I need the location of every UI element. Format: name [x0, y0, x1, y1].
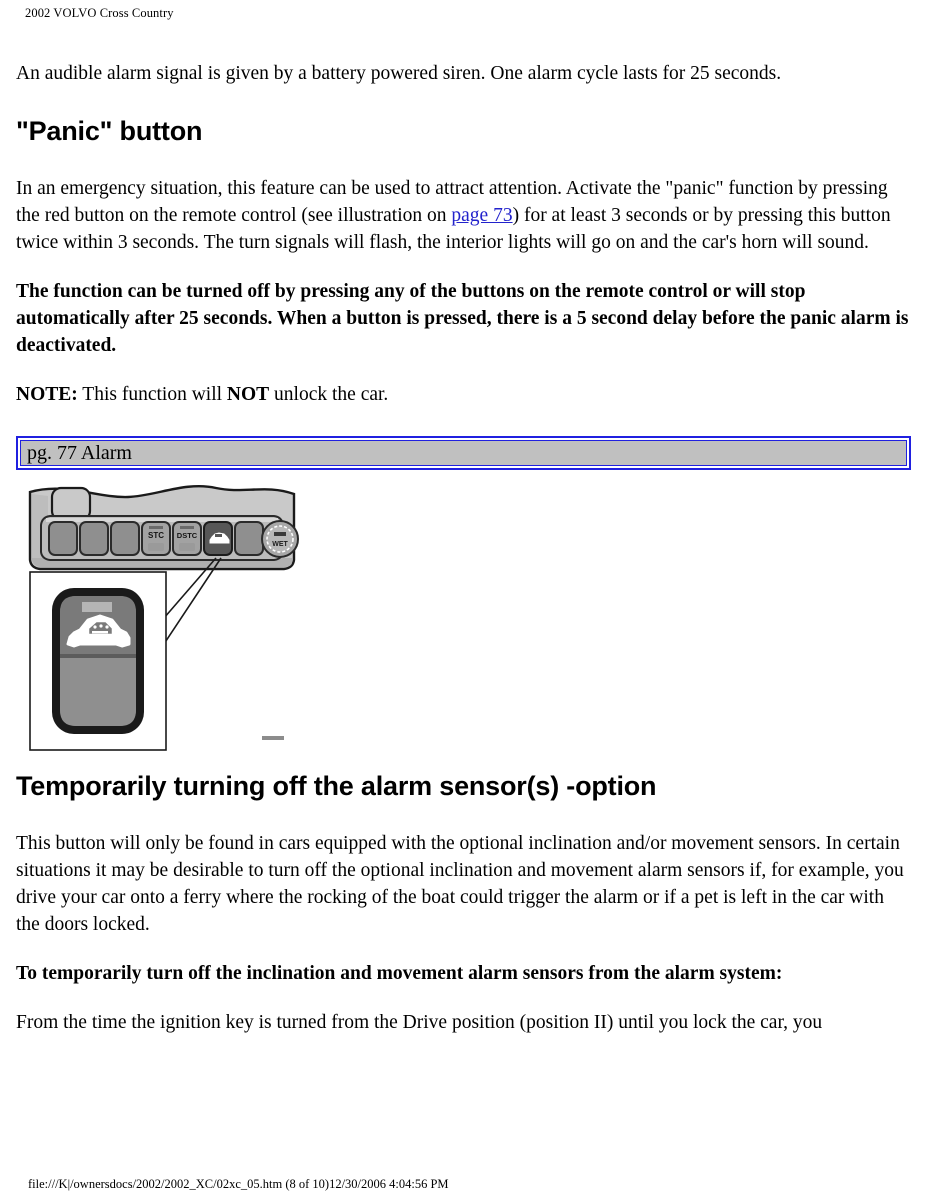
console-button-dstc-label: DSTC [177, 531, 198, 540]
console-illustration: STC DSTC WET [16, 470, 911, 770]
knob-label: WET [272, 541, 288, 548]
console-button-1[interactable] [48, 521, 78, 556]
figure-caption-inner: pg. 77 Alarm [20, 440, 907, 466]
intro-paragraph: An audible alarm signal is given by a ba… [16, 63, 782, 84]
note-label: NOTE: [16, 384, 78, 405]
panic-paragraph: In an emergency situation, this feature … [16, 175, 911, 256]
center-console-graphic: STC DSTC WET [28, 484, 299, 571]
dstc-indicator-bar [180, 526, 194, 529]
detail-button-lower-section [60, 658, 136, 726]
figure-caption-text: pg. 77 Alarm [27, 442, 132, 464]
sensor-bold-lead: To temporarily turn off the inclination … [16, 963, 783, 984]
knob-mark-upper [274, 532, 286, 536]
detail-button-indicator [82, 602, 112, 612]
dstc-lower-face [179, 543, 195, 551]
running-header: 2002 VOLVO Cross Country [25, 6, 174, 20]
note-emphasis: NOT [226, 384, 270, 405]
console-button-row[interactable]: STC DSTC WET [48, 520, 299, 558]
note-text-before-emphasis: This function will [77, 384, 227, 405]
final-paragraph: From the time the ignition key is turned… [16, 1012, 823, 1033]
figure-caption-bar: pg. 77 Alarm [16, 436, 911, 470]
turn-off-bold-paragraph: The function can be turned off by pressi… [16, 281, 909, 356]
document-footer-path: file:///K|/ownersdocs/2002/2002_XC/02xc_… [28, 1177, 449, 1191]
page-73-link[interactable]: page 73 [451, 205, 512, 226]
note-paragraph: NOTE: This function will NOT unlock the … [16, 381, 911, 408]
sensor-section-heading: Temporarily turning off the alarm sensor… [16, 771, 657, 801]
sensor-paragraph: This button will only be found in cars e… [16, 833, 904, 935]
note-text-after-emphasis: unlock the car. [269, 384, 389, 405]
button-detail-box [29, 571, 167, 751]
document-content: An audible alarm signal is given by a ba… [16, 60, 911, 1036]
detail-button-groove [60, 654, 136, 658]
console-button-3[interactable] [110, 521, 140, 556]
document-page: 2002 VOLVO Cross Country An audible alar… [0, 0, 927, 1200]
console-button-7[interactable] [234, 521, 264, 556]
console-illustration-svg: STC DSTC WET [28, 484, 299, 751]
stc-indicator-bar [149, 526, 163, 529]
panic-button-heading: "Panic" button [16, 116, 203, 146]
console-button-stc-label: STC [148, 531, 164, 540]
stc-lower-face [148, 543, 164, 551]
console-button-2[interactable] [79, 521, 109, 556]
knob-ring [266, 525, 294, 553]
figure-dash-mark [262, 736, 284, 740]
